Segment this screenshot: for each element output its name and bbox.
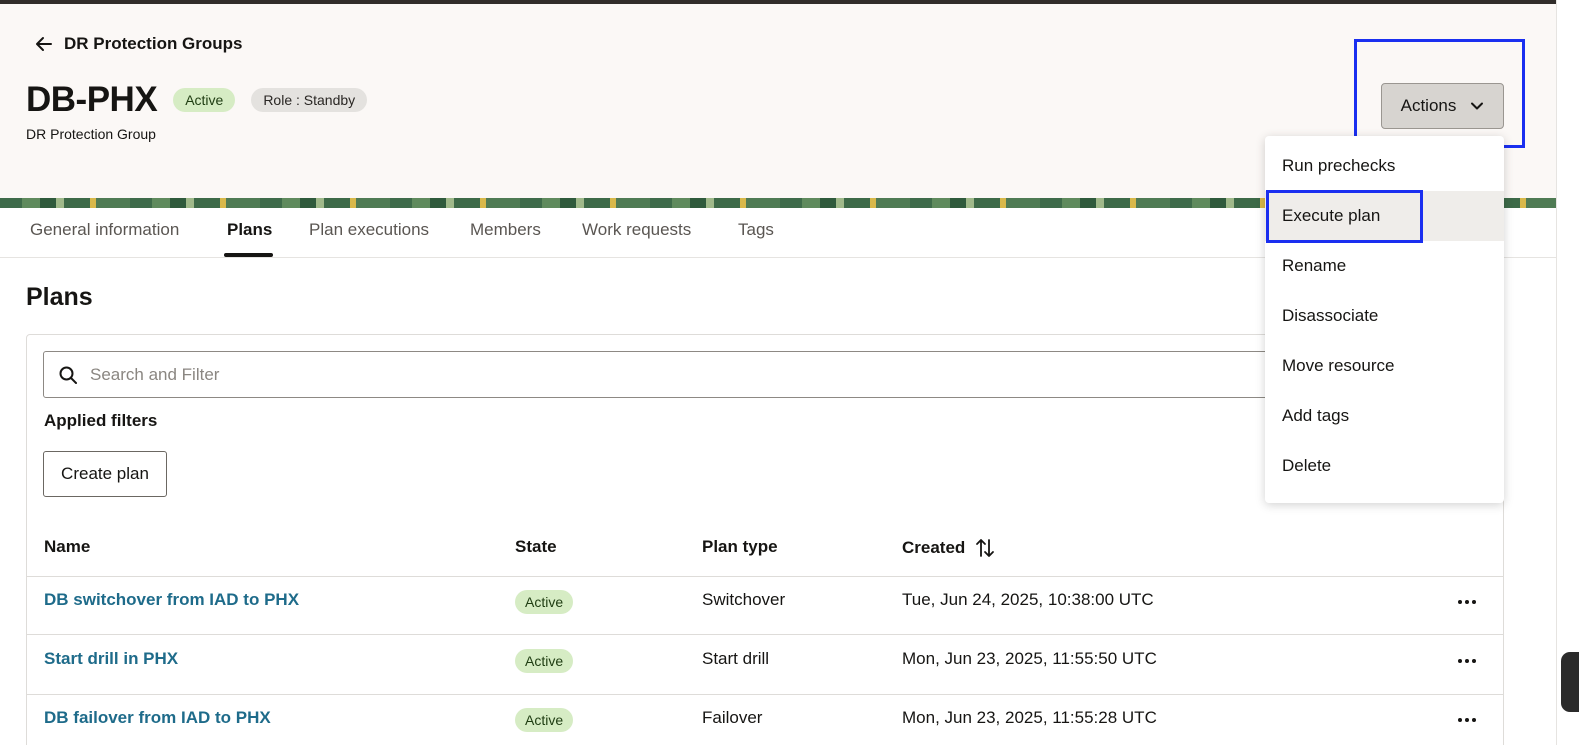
scrollbar-thumb[interactable] (1561, 652, 1579, 712)
kebab-menu-icon[interactable] (1456, 656, 1478, 666)
search-box[interactable] (43, 351, 1283, 398)
menu-item-disassociate[interactable]: Disassociate (1265, 291, 1504, 341)
search-icon (59, 366, 77, 384)
column-header-state-label: State (515, 537, 557, 556)
created-cell: Tue, Jun 24, 2025, 10:38:00 UTC (902, 590, 1154, 609)
plan-type-cell: Switchover (702, 590, 786, 609)
menu-item-add-tags[interactable]: Add tags (1265, 391, 1504, 441)
role-badge: Role : Standby (251, 88, 368, 112)
sort-icon[interactable] (975, 537, 995, 559)
state-badge: Active (515, 590, 574, 614)
page-subtitle: DR Protection Group (26, 126, 156, 142)
title-row: DB-PHX Active Role : Standby (26, 80, 368, 120)
back-link[interactable]: DR Protection Groups (34, 34, 243, 54)
column-header-state[interactable]: State (515, 537, 557, 557)
plan-type-cell: Failover (702, 708, 763, 727)
state-badge: Active (515, 708, 574, 732)
tab-general-information[interactable]: General information (30, 220, 179, 240)
active-tab-indicator (224, 253, 273, 257)
status-badge: Active (173, 88, 236, 112)
kebab-menu-icon[interactable] (1456, 597, 1478, 607)
tab-tags[interactable]: Tags (738, 220, 774, 240)
tab-members[interactable]: Members (470, 220, 541, 240)
scrollbar-track[interactable] (1556, 0, 1579, 745)
tab-work-requests[interactable]: Work requests (582, 220, 691, 240)
actions-button[interactable]: Actions (1381, 83, 1504, 129)
plan-name-link[interactable]: DB failover from IAD to PHX (44, 708, 271, 728)
state-badge: Active (515, 649, 574, 673)
column-header-plan-type[interactable]: Plan type (702, 537, 778, 557)
menu-item-rename[interactable]: Rename (1265, 241, 1504, 291)
column-header-name-label: Name (44, 537, 91, 556)
column-header-name[interactable]: Name (44, 537, 90, 557)
search-input[interactable] (90, 364, 1190, 385)
menu-item-move-resource[interactable]: Move resource (1265, 341, 1504, 391)
created-cell: Mon, Jun 23, 2025, 11:55:50 UTC (902, 649, 1157, 668)
row-divider (27, 694, 1503, 695)
column-header-created[interactable]: Created (902, 537, 995, 559)
menu-item-run-prechecks[interactable]: Run prechecks (1265, 141, 1504, 191)
created-cell: Mon, Jun 23, 2025, 11:55:28 UTC (902, 708, 1157, 727)
plan-type-cell: Start drill (702, 649, 770, 668)
tab-plan-executions[interactable]: Plan executions (309, 220, 429, 240)
menu-item-delete[interactable]: Delete (1265, 441, 1504, 491)
table-header-divider (27, 576, 1503, 577)
plan-name-link[interactable]: Start drill in PHX (44, 649, 178, 669)
actions-menu: Run prechecks Execute plan Rename Disass… (1265, 136, 1504, 503)
row-divider (27, 634, 1503, 635)
actions-button-label: Actions (1400, 96, 1457, 115)
arrow-left-icon (36, 37, 52, 51)
page-title: DB-PHX (26, 80, 158, 119)
menu-item-execute-plan[interactable]: Execute plan (1265, 191, 1504, 241)
create-plan-button[interactable]: Create plan (43, 451, 167, 497)
applied-filters-label: Applied filters (44, 411, 158, 430)
plan-name-link[interactable]: DB switchover from IAD to PHX (44, 590, 299, 610)
back-link-label: DR Protection Groups (64, 34, 243, 53)
chevron-down-icon (1471, 102, 1484, 110)
tab-plans[interactable]: Plans (227, 220, 272, 240)
section-title: Plans (26, 283, 93, 311)
kebab-menu-icon[interactable] (1456, 715, 1478, 725)
column-header-plan-type-label: Plan type (702, 537, 778, 556)
column-header-created-label: Created (902, 538, 966, 557)
